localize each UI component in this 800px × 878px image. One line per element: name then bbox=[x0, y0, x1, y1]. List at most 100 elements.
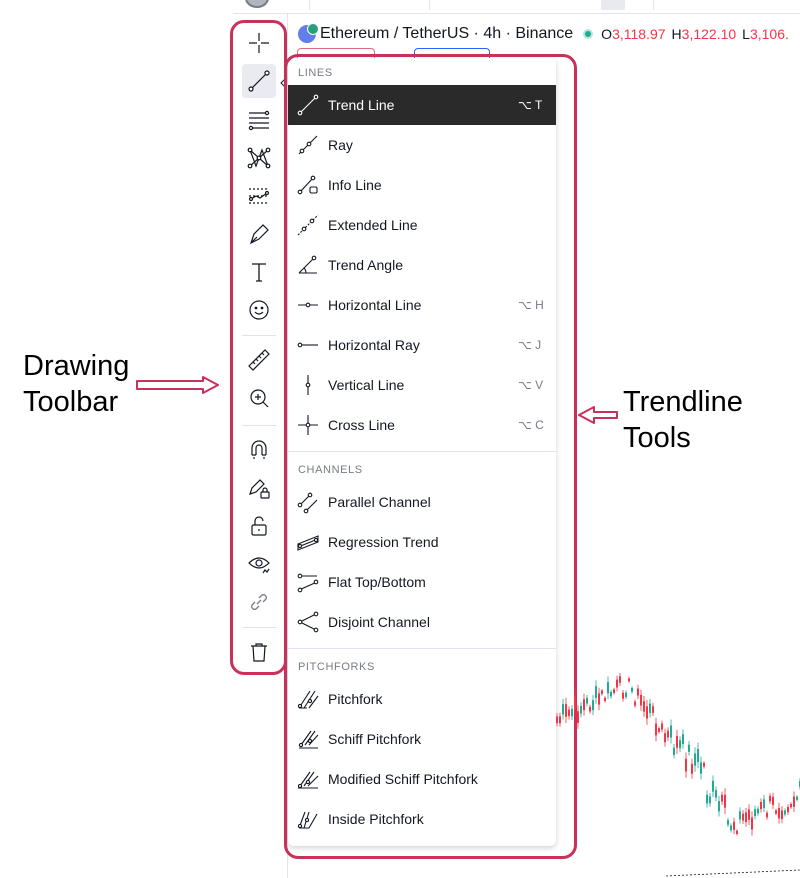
candle-body bbox=[571, 708, 573, 717]
candle-body bbox=[715, 790, 717, 798]
candle-body bbox=[742, 813, 744, 821]
candle-body bbox=[739, 811, 741, 820]
candle-body bbox=[628, 678, 630, 682]
candle-body bbox=[613, 689, 615, 694]
candle-body bbox=[610, 691, 612, 697]
ruler-icon[interactable] bbox=[242, 343, 276, 377]
unlock-icon[interactable] bbox=[242, 509, 276, 543]
candle-body bbox=[763, 799, 765, 808]
candle-body bbox=[784, 810, 786, 815]
ohlc-high: H3,122.10 bbox=[671, 26, 737, 42]
candle-body bbox=[775, 810, 777, 814]
candle-body bbox=[586, 697, 588, 704]
dashed-line bbox=[665, 869, 800, 877]
divider bbox=[653, 0, 654, 10]
candle-body bbox=[700, 762, 702, 774]
fib-retracement-icon[interactable] bbox=[242, 103, 276, 137]
candle-body bbox=[727, 820, 729, 825]
candle-body bbox=[574, 696, 576, 710]
candle-body bbox=[766, 812, 768, 818]
ethereum-logo-icon bbox=[298, 23, 319, 43]
candle-body bbox=[583, 699, 585, 711]
candle-body bbox=[733, 821, 735, 831]
candle-body bbox=[637, 688, 639, 696]
candle-body bbox=[595, 686, 597, 698]
candle-body bbox=[559, 716, 561, 724]
candle-body bbox=[724, 794, 726, 808]
candle-body bbox=[676, 735, 678, 748]
candle-body bbox=[769, 795, 771, 802]
candle-body bbox=[781, 810, 783, 819]
link-icon[interactable] bbox=[242, 585, 276, 619]
candle-body bbox=[748, 809, 750, 820]
annotation-arrow-left bbox=[578, 406, 618, 424]
avatar[interactable] bbox=[245, 0, 269, 8]
emoji-icon[interactable] bbox=[242, 293, 276, 327]
menu-highlight-frame bbox=[284, 54, 577, 859]
annotation-trendline-tools: Trendline Tools bbox=[623, 384, 743, 456]
annotation-arrow-right bbox=[136, 376, 219, 394]
chart-header: Ethereum / TetherUS · 4h · Binance O3,11… bbox=[298, 22, 795, 46]
candle-body bbox=[634, 701, 636, 706]
text-icon[interactable] bbox=[242, 255, 276, 289]
magnet-icon[interactable] bbox=[242, 433, 276, 467]
candle-body bbox=[598, 693, 600, 705]
annotation-line: Toolbar bbox=[23, 386, 119, 418]
prediction-icon[interactable] bbox=[242, 179, 276, 213]
candle-body bbox=[703, 762, 705, 767]
annotation-line: Drawing bbox=[23, 350, 130, 382]
candle-body bbox=[793, 796, 795, 807]
candle-body bbox=[649, 703, 651, 713]
candle-body bbox=[721, 794, 723, 802]
candle-body bbox=[625, 692, 627, 698]
lock-drawing-icon[interactable] bbox=[242, 471, 276, 505]
candle-body bbox=[787, 806, 789, 813]
market-status-icon bbox=[583, 29, 594, 39]
candle-body bbox=[718, 801, 720, 812]
toolbar-divider bbox=[242, 425, 276, 426]
candle-body bbox=[556, 716, 558, 724]
crosshair-icon[interactable] bbox=[242, 26, 276, 60]
candle-body bbox=[754, 809, 756, 817]
candle-body bbox=[631, 687, 633, 692]
candle-body bbox=[757, 808, 759, 814]
zoom-in-icon[interactable] bbox=[242, 381, 276, 415]
candle-body bbox=[730, 825, 732, 831]
top-bar bbox=[233, 0, 800, 14]
pattern-icon[interactable] bbox=[242, 141, 276, 175]
candle-body bbox=[772, 796, 774, 805]
candle-body bbox=[640, 694, 642, 706]
candle-body bbox=[658, 728, 660, 732]
candle-body bbox=[622, 692, 624, 699]
candle-body bbox=[712, 780, 714, 792]
candle-body bbox=[778, 807, 780, 819]
toolbar-divider bbox=[242, 335, 276, 336]
candle-body bbox=[679, 740, 681, 749]
candle-body bbox=[607, 682, 609, 694]
candle-body bbox=[709, 796, 711, 804]
trash-icon[interactable] bbox=[242, 635, 276, 669]
candle-body bbox=[655, 723, 657, 736]
candle-body bbox=[685, 758, 687, 772]
candle-body bbox=[751, 817, 753, 830]
candle-body bbox=[646, 706, 648, 719]
price-chart bbox=[556, 672, 800, 877]
divider bbox=[309, 0, 310, 10]
candle-body bbox=[580, 705, 582, 714]
candle-body bbox=[568, 709, 570, 717]
ohlc-low: L3,106. bbox=[742, 26, 789, 42]
candle-body bbox=[736, 830, 738, 834]
candle-body bbox=[562, 704, 564, 715]
candle-body bbox=[682, 734, 684, 744]
eye-icon[interactable] bbox=[242, 547, 276, 581]
candle-body bbox=[589, 706, 591, 712]
trend-line-icon[interactable] bbox=[242, 64, 276, 98]
top-bar-button[interactable] bbox=[601, 0, 625, 10]
toolbar-divider bbox=[242, 627, 276, 628]
symbol-title[interactable]: Ethereum / TetherUS · 4h · Binance bbox=[320, 25, 573, 43]
candle-body bbox=[661, 723, 663, 730]
candle-body bbox=[706, 794, 708, 804]
candle-body bbox=[688, 744, 690, 752]
brush-icon[interactable] bbox=[242, 217, 276, 251]
candle-body bbox=[673, 747, 675, 755]
